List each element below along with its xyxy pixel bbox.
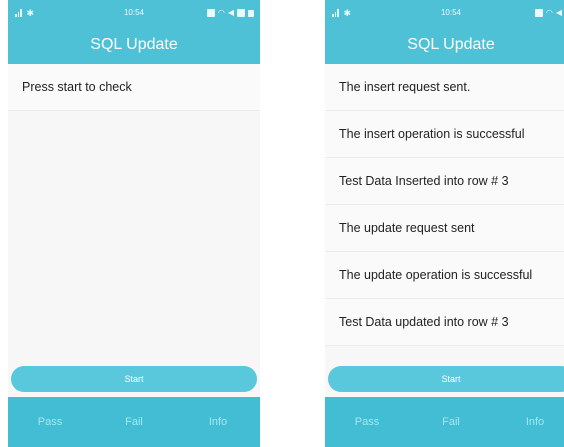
list-item: Test Data updated into row # 3	[325, 299, 564, 346]
phone-screen-result: ✱ 10:54 ◠ ◀ SQL Update The insert reques…	[325, 0, 564, 447]
notification-icon: ◀	[227, 8, 234, 17]
pass-button[interactable]: Pass	[8, 397, 92, 447]
list-item: The insert request sent.	[325, 64, 564, 111]
start-button[interactable]: Start	[328, 366, 564, 392]
list-item: Test Data Inserted into row # 3	[325, 158, 564, 205]
status-time: 10:54	[440, 8, 462, 17]
list-item: Press start to check	[8, 64, 260, 111]
nfc-icon	[534, 9, 543, 17]
fail-button[interactable]: Fail	[92, 397, 176, 447]
status-bar: ✱ 10:54 ◠ ◀	[325, 0, 564, 26]
info-button[interactable]: Info	[493, 397, 564, 447]
bottom-bar: Pass Fail Info	[8, 397, 260, 447]
message-list: The insert request sent. The insert oper…	[325, 64, 564, 346]
battery-icon	[248, 9, 254, 17]
status-bar: ✱ 10:54 ◠ ◀	[8, 0, 260, 26]
app-title: SQL Update	[8, 26, 260, 64]
wifi-icon: ◠	[545, 8, 553, 17]
info-button[interactable]: Info	[176, 397, 260, 447]
list-item: The update request sent	[325, 205, 564, 252]
list-item: The insert operation is successful	[325, 111, 564, 158]
nfc-icon	[206, 9, 215, 17]
bottom-bar: Pass Fail Info	[325, 397, 564, 447]
phone-screen-initial: ✱ 10:54 ◠ ◀ SQL Update Press start to ch…	[8, 0, 260, 447]
message-list: Press start to check	[8, 64, 260, 111]
notification-icon	[237, 9, 245, 17]
status-right-icons: ◠ ◀	[534, 0, 564, 26]
list-item: The update operation is successful	[325, 252, 564, 299]
app-title: SQL Update	[325, 26, 564, 64]
wifi-icon: ◠	[217, 8, 225, 17]
pass-button[interactable]: Pass	[325, 397, 409, 447]
status-right-icons: ◠ ◀	[206, 0, 254, 26]
start-button[interactable]: Start	[11, 366, 257, 392]
notification-icon: ◀	[555, 8, 562, 17]
fail-button[interactable]: Fail	[409, 397, 493, 447]
